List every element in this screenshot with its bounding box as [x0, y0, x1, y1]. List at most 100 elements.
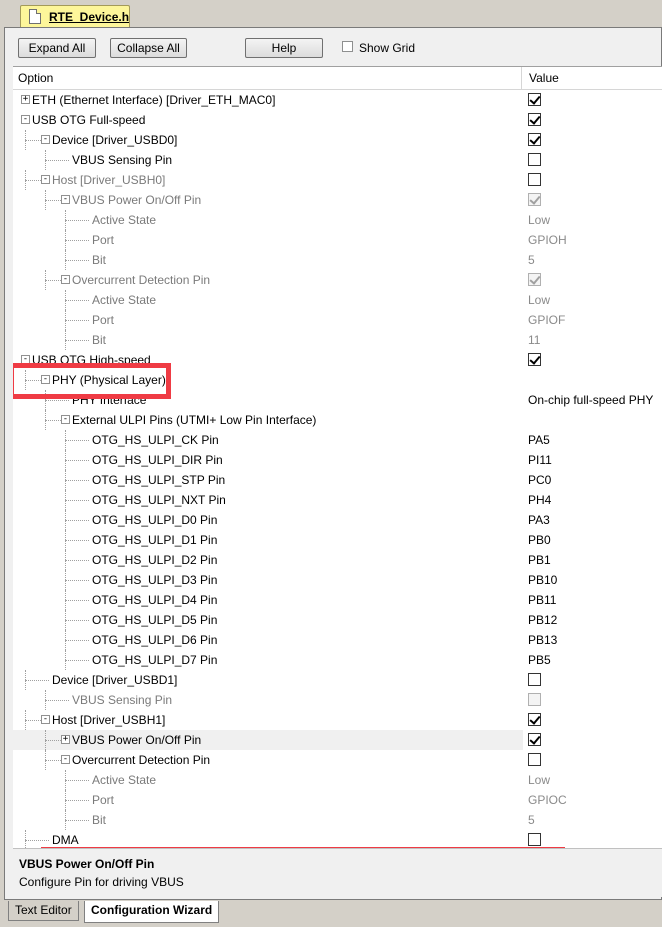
value-text[interactable]: PH4	[528, 493, 551, 507]
collapse-icon[interactable]: -	[61, 755, 70, 764]
column-divider[interactable]	[521, 67, 522, 89]
tree-row-label: Device [Driver_USBD1]	[52, 673, 178, 687]
tree-row[interactable]: VBUS Sensing Pin	[13, 690, 662, 710]
tree-row-label: Host [Driver_USBH1]	[52, 713, 166, 727]
collapse-icon[interactable]: -	[41, 135, 50, 144]
tab-configuration-wizard[interactable]: Configuration Wizard	[84, 901, 220, 923]
tree-row[interactable]: Port GPIOF	[13, 310, 662, 330]
collapse-icon[interactable]: -	[41, 715, 50, 724]
value-checkbox[interactable]	[528, 93, 541, 106]
tree-row[interactable]: - Host [Driver_USBH0]	[13, 170, 662, 190]
tree-row[interactable]: - USB OTG Full-speed	[13, 110, 662, 130]
value-text[interactable]: PA5	[528, 433, 550, 447]
tree-row[interactable]: VBUS Sensing Pin	[13, 150, 662, 170]
value-checkbox[interactable]	[528, 713, 541, 726]
value-checkbox	[528, 273, 541, 286]
value-checkbox[interactable]	[528, 113, 541, 126]
tree-row[interactable]: - Overcurrent Detection Pin	[13, 750, 662, 770]
value-text[interactable]: On-chip full-speed PHY	[528, 393, 653, 407]
tree-row[interactable]: OTG_HS_ULPI_D4 Pin PB11	[13, 590, 662, 610]
description-text: Configure Pin for driving VBUS	[19, 875, 184, 889]
tree-row[interactable]: OTG_HS_ULPI_DIR Pin PI11	[13, 450, 662, 470]
show-grid-checkbox[interactable]	[342, 41, 353, 52]
tree-row[interactable]: OTG_HS_ULPI_D0 Pin PA3	[13, 510, 662, 530]
tree-row[interactable]: - Device [Driver_USBD0]	[13, 130, 662, 150]
value-text[interactable]: PA3	[528, 513, 550, 527]
tree-row[interactable]: Port GPIOC	[13, 790, 662, 810]
tree-row[interactable]: OTG_HS_ULPI_D5 Pin PB12	[13, 610, 662, 630]
tree-row[interactable]: OTG_HS_ULPI_D6 Pin PB13	[13, 630, 662, 650]
tree-header: Option Value	[13, 67, 662, 90]
value-text[interactable]: PB1	[528, 553, 551, 567]
tree-row[interactable]: OTG_HS_ULPI_CK Pin PA5	[13, 430, 662, 450]
tree-row-label: Bit	[92, 813, 107, 827]
tree-row[interactable]: Bit 11	[13, 330, 662, 350]
file-tab-rte-device[interactable]: RTE_Device.h	[20, 5, 130, 27]
tree-connector	[65, 520, 89, 521]
value-checkbox[interactable]	[528, 153, 541, 166]
tree-row[interactable]: Device [Driver_USBD1]	[13, 670, 662, 690]
value-checkbox[interactable]	[528, 673, 541, 686]
tree-row[interactable]: Active State Low	[13, 290, 662, 310]
tree-row[interactable]: - External ULPI Pins (UTMI+ Low Pin Inter…	[13, 410, 662, 430]
tab-text-editor[interactable]: Text Editor	[8, 901, 79, 921]
value-text[interactable]: PB0	[528, 533, 551, 547]
value-text[interactable]: PB5	[528, 653, 551, 667]
tree-row[interactable]: - Host [Driver_USBH1]	[13, 710, 662, 730]
value-checkbox[interactable]	[528, 733, 541, 746]
collapse-icon[interactable]: -	[41, 175, 50, 184]
tree-row[interactable]: Port GPIOH	[13, 230, 662, 250]
value-checkbox[interactable]	[528, 833, 541, 846]
collapse-icon[interactable]: -	[61, 195, 70, 204]
tree-row[interactable]: OTG_HS_ULPI_D3 Pin PB10	[13, 570, 662, 590]
value-checkbox[interactable]	[528, 173, 541, 186]
value-text[interactable]: PB10	[528, 573, 557, 587]
tree-connector	[65, 820, 89, 821]
expand-icon[interactable]: +	[21, 95, 30, 104]
tree-connector	[65, 300, 89, 301]
tree-connector	[25, 180, 41, 181]
expand-all-button[interactable]: Expand All	[18, 38, 96, 58]
value-checkbox[interactable]	[528, 133, 541, 146]
value-text: 5	[528, 813, 535, 827]
tree-row[interactable]: OTG_HS_ULPI_D1 Pin PB0	[13, 530, 662, 550]
value-text[interactable]: PC0	[528, 473, 551, 487]
collapse-icon[interactable]: -	[61, 415, 70, 424]
tree-connector	[65, 330, 66, 350]
tree-row[interactable]: - Overcurrent Detection Pin	[13, 270, 662, 290]
tree-row-label: OTG_HS_ULPI_D1 Pin	[92, 533, 218, 547]
tree-row[interactable]: OTG_HS_ULPI_NXT Pin PH4	[13, 490, 662, 510]
value-text[interactable]: PB13	[528, 633, 557, 647]
tree-row[interactable]: Active State Low	[13, 210, 662, 230]
tree-row[interactable]: Bit 5	[13, 250, 662, 270]
document-icon	[29, 9, 41, 24]
value-text[interactable]: PB12	[528, 613, 557, 627]
help-button[interactable]: Help	[245, 38, 323, 58]
tree-connector	[65, 590, 66, 610]
collapse-all-button[interactable]: Collapse All	[110, 38, 187, 58]
value-checkbox[interactable]	[528, 753, 541, 766]
tree-row[interactable]: Active State Low	[13, 770, 662, 790]
tree-row[interactable]: + VBUS Power On/Off Pin	[13, 730, 541, 750]
tree-row[interactable]: OTG_HS_ULPI_D2 Pin PB1	[13, 550, 662, 570]
collapse-icon[interactable]: -	[21, 115, 30, 124]
tree-connector	[45, 730, 46, 750]
tree-connector	[25, 680, 49, 681]
tree-row[interactable]: OTG_HS_ULPI_D7 Pin PB5	[13, 650, 662, 670]
tree-connector	[25, 840, 49, 841]
tree-row[interactable]: - VBUS Power On/Off Pin	[13, 190, 662, 210]
option-column-header[interactable]: Option	[18, 71, 53, 85]
expand-icon[interactable]: +	[61, 735, 70, 744]
tree-row[interactable]: OTG_HS_ULPI_STP Pin PC0	[13, 470, 662, 490]
tree-row-label: OTG_HS_ULPI_D6 Pin	[92, 633, 218, 647]
value-text[interactable]: PB11	[528, 593, 556, 607]
value-checkbox[interactable]	[528, 353, 541, 366]
value-column-header[interactable]: Value	[529, 71, 559, 85]
tree-connector	[65, 320, 89, 321]
tree-connector	[25, 140, 41, 141]
value-text[interactable]: PI11	[528, 453, 552, 467]
tree-row[interactable]: Bit 5	[13, 810, 662, 830]
tree-row[interactable]: + ETH (Ethernet Interface) [Driver_ETH_MA…	[13, 90, 662, 110]
tree-row-label: Host [Driver_USBH0]	[52, 173, 166, 187]
collapse-icon[interactable]: -	[61, 275, 70, 284]
